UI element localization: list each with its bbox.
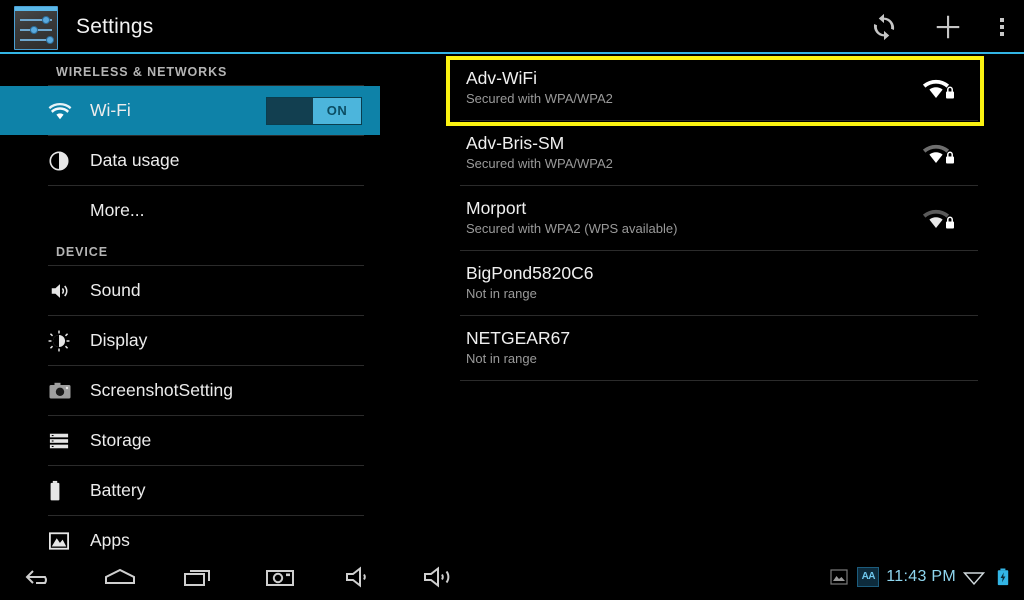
status-clock[interactable]: 11:43 PM bbox=[886, 568, 956, 586]
android-settings-screen: Settings WIRELESS & NETWORKS Wi-Fi ON Da… bbox=[0, 0, 1024, 600]
divider bbox=[460, 380, 978, 381]
sidebar-item-label: More... bbox=[90, 200, 145, 220]
wifi-network-row[interactable]: Adv-Bris-SM Secured with WPA/WPA2 bbox=[446, 121, 986, 185]
page-title: Settings bbox=[76, 14, 154, 38]
sound-icon bbox=[48, 280, 80, 302]
system-navigation-bar: AA 11:43 PM bbox=[0, 553, 1024, 600]
sidebar-item-screenshotsetting[interactable]: ScreenshotSetting bbox=[0, 366, 380, 415]
screenshot-camera-icon[interactable] bbox=[240, 553, 320, 600]
wifi-network-row[interactable]: Adv-WiFi Secured with WPA/WPA2 bbox=[446, 56, 986, 120]
recents-icon[interactable] bbox=[160, 553, 240, 600]
settings-sidebar: WIRELESS & NETWORKS Wi-Fi ON Data usage … bbox=[0, 55, 380, 553]
wifi-network-row[interactable]: BigPond5820C6 Not in range bbox=[446, 251, 986, 315]
sidebar-item-label: Sound bbox=[90, 280, 141, 300]
sidebar-item-label: Apps bbox=[90, 530, 130, 550]
wifi-signal-secured-icon bbox=[922, 204, 956, 232]
sidebar-item-label: Wi-Fi bbox=[90, 100, 131, 120]
volume-down-icon[interactable] bbox=[320, 553, 400, 600]
network-status: Secured with WPA2 (WPS available) bbox=[466, 221, 678, 236]
wifi-signal-secured-icon bbox=[922, 139, 956, 167]
data-usage-icon bbox=[48, 150, 80, 172]
storage-icon bbox=[48, 431, 80, 451]
sidebar-item-label: Display bbox=[90, 330, 148, 350]
sidebar-item-label: ScreenshotSetting bbox=[90, 380, 234, 400]
aa-indicator-icon[interactable]: AA bbox=[857, 566, 880, 587]
sidebar-item-more[interactable]: More... bbox=[0, 186, 380, 235]
section-header-device: DEVICE bbox=[56, 245, 108, 259]
toggle-state-label: ON bbox=[313, 97, 361, 124]
network-ssid: Adv-Bris-SM bbox=[466, 133, 565, 153]
battery-icon bbox=[48, 480, 80, 502]
wifi-icon bbox=[48, 101, 80, 120]
screenshot-saved-icon[interactable] bbox=[828, 567, 850, 587]
volume-up-icon[interactable] bbox=[400, 553, 480, 600]
wifi-network-row[interactable]: Morport Secured with WPA2 (WPS available… bbox=[446, 186, 986, 250]
sidebar-item-label: Storage bbox=[90, 430, 152, 450]
network-status: Secured with WPA/WPA2 bbox=[466, 91, 613, 106]
back-icon[interactable] bbox=[0, 553, 80, 600]
sidebar-item-data-usage[interactable]: Data usage bbox=[0, 136, 380, 185]
sidebar-item-label: Battery bbox=[90, 480, 146, 500]
sidebar-item-wifi[interactable]: Wi-Fi ON bbox=[0, 86, 380, 135]
network-status: Secured with WPA/WPA2 bbox=[466, 156, 613, 171]
settings-sliders-icon bbox=[14, 5, 58, 50]
action-bar: Settings bbox=[0, 0, 1024, 53]
action-bar-underline bbox=[0, 52, 1024, 54]
wifi-network-list: Adv-WiFi Secured with WPA/WPA2 Adv-Bris-… bbox=[446, 56, 986, 381]
wifi-network-row[interactable]: NETGEAR67 Not in range bbox=[446, 316, 986, 380]
sidebar-item-battery[interactable]: Battery bbox=[0, 466, 380, 515]
sidebar-item-label: Data usage bbox=[90, 150, 180, 170]
sidebar-item-storage[interactable]: Storage bbox=[0, 416, 380, 465]
sidebar-item-apps[interactable]: Apps bbox=[0, 516, 380, 553]
sidebar-item-display[interactable]: Display bbox=[0, 316, 380, 365]
wifi-signal-secured-icon bbox=[922, 74, 956, 102]
overflow-menu-icon[interactable] bbox=[980, 0, 1024, 53]
battery-charging-icon[interactable] bbox=[992, 567, 1014, 587]
add-network-icon[interactable] bbox=[916, 0, 980, 53]
home-icon[interactable] bbox=[80, 553, 160, 600]
wifi-toggle-switch[interactable]: ON bbox=[266, 96, 362, 125]
apps-icon bbox=[48, 531, 80, 551]
camera-icon bbox=[48, 381, 80, 401]
section-header-wireless: WIRELESS & NETWORKS bbox=[56, 65, 228, 79]
network-ssid: Adv-WiFi bbox=[466, 68, 537, 88]
network-ssid: NETGEAR67 bbox=[466, 328, 571, 348]
sidebar-item-sound[interactable]: Sound bbox=[0, 266, 380, 315]
status-area: AA 11:43 PM bbox=[828, 566, 1024, 587]
action-bar-actions bbox=[852, 0, 1024, 53]
display-brightness-icon bbox=[48, 330, 80, 352]
network-ssid: BigPond5820C6 bbox=[466, 263, 594, 283]
toggle-track bbox=[267, 97, 313, 124]
network-ssid: Morport bbox=[466, 198, 527, 218]
network-status: Not in range bbox=[466, 286, 537, 301]
network-status: Not in range bbox=[466, 351, 537, 366]
wifi-signal-icon[interactable] bbox=[963, 567, 985, 587]
scan-refresh-icon[interactable] bbox=[852, 0, 916, 53]
